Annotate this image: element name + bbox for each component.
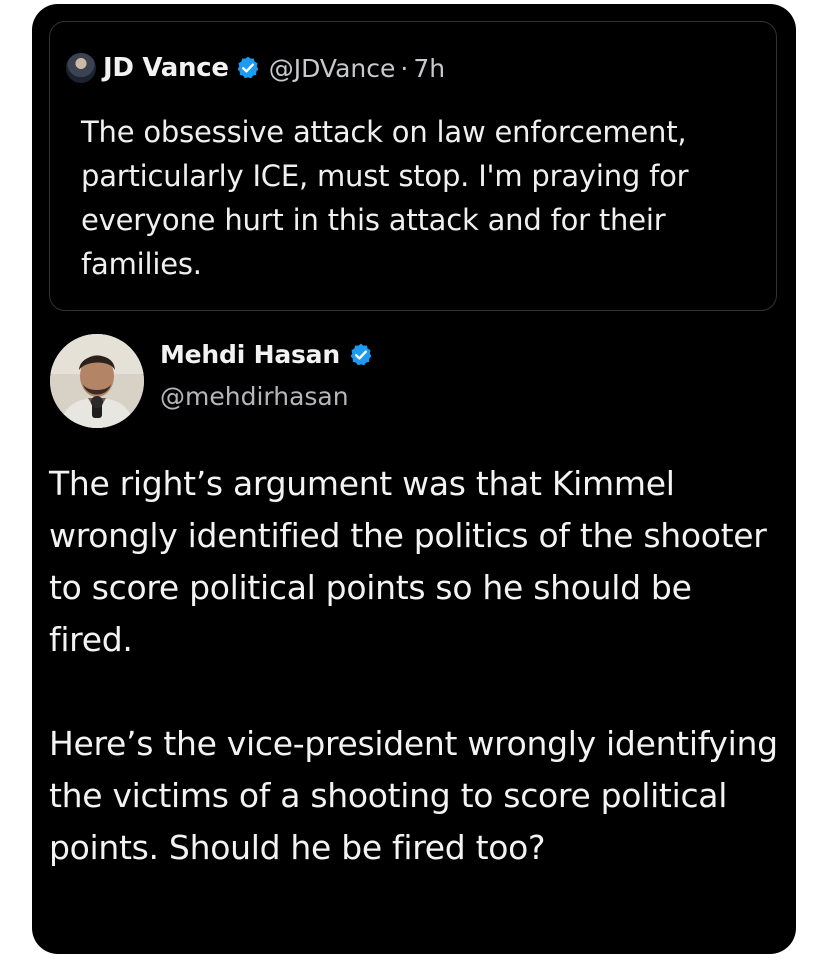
header-separator: · (400, 53, 409, 83)
post-author-name[interactable]: Mehdi Hasan (160, 340, 340, 369)
jd-vance-avatar-icon[interactable] (66, 53, 96, 83)
mehdi-hasan-avatar-icon[interactable] (50, 334, 144, 428)
verified-badge-icon (237, 56, 259, 79)
post-author-row: Mehdi Hasan (160, 340, 374, 369)
post-screenshot: JD Vance @JDVance · 7h The obsessive att… (32, 4, 796, 954)
verified-badge-icon (350, 343, 372, 365)
avatar-photo (50, 334, 144, 428)
quoted-post-text: The obsessive attack on law enforcement,… (81, 115, 689, 281)
quoted-post-time[interactable]: 7h (413, 54, 445, 83)
post-text: The right’s argument was that Kimmel wro… (49, 458, 784, 874)
post-paragraph: The right’s argument was that Kimmel wro… (49, 464, 767, 659)
quoted-author-handle[interactable]: @JDVance (269, 54, 396, 83)
quoted-author-name[interactable]: JD Vance (103, 53, 229, 83)
post-author-handle[interactable]: @mehdirhasan (160, 382, 349, 411)
quoted-post-header: JD Vance @JDVance · 7h (66, 48, 445, 88)
post-paragraph: Here’s the vice-president wrongly identi… (49, 724, 778, 867)
